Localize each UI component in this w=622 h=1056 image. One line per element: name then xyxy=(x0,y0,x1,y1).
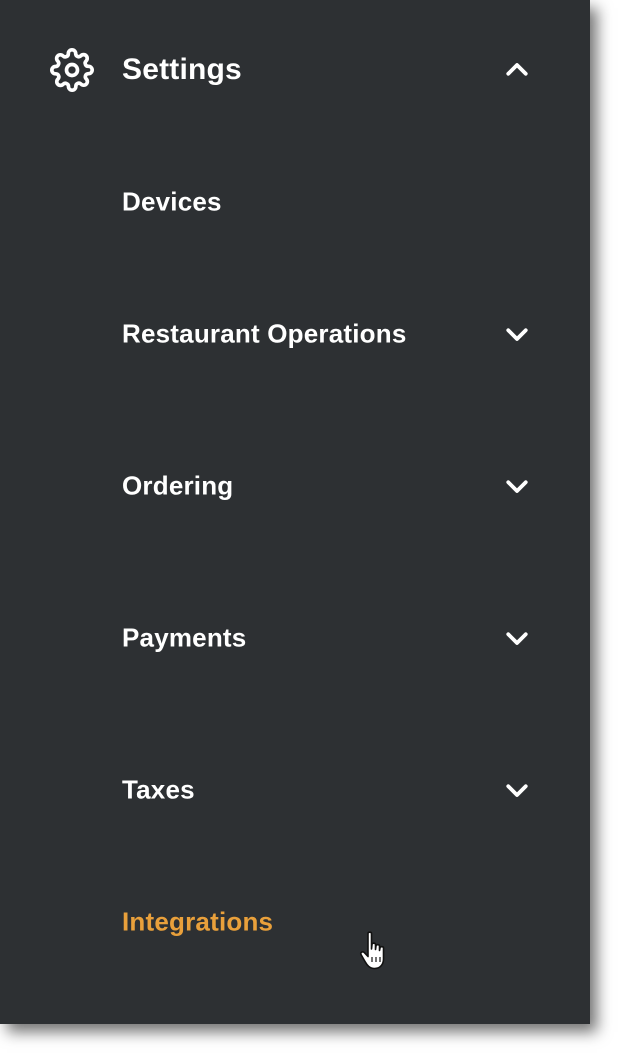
chevron-down-icon[interactable] xyxy=(502,319,532,349)
menu-item-label: Payments xyxy=(122,622,247,653)
settings-header[interactable]: Settings xyxy=(0,30,590,110)
menu-item-label: Devices xyxy=(122,186,222,217)
settings-sidebar: Settings Devices Restaurant Operations O… xyxy=(0,0,590,1024)
menu-item-restaurant-operations[interactable]: Restaurant Operations xyxy=(0,294,590,374)
menu-item-ordering[interactable]: Ordering xyxy=(0,446,590,526)
menu-item-label: Ordering xyxy=(122,470,234,501)
chevron-down-icon[interactable] xyxy=(502,471,532,501)
menu-item-payments[interactable]: Payments xyxy=(0,598,590,678)
settings-header-label: Settings xyxy=(122,53,242,86)
menu-item-label: Restaurant Operations xyxy=(122,318,407,349)
hand-cursor-icon xyxy=(359,931,385,970)
menu-item-label: Taxes xyxy=(122,774,195,805)
menu-item-taxes[interactable]: Taxes xyxy=(0,750,590,830)
chevron-up-icon[interactable] xyxy=(502,55,532,85)
menu-item-devices[interactable]: Devices xyxy=(0,162,590,242)
gear-icon xyxy=(50,48,94,92)
menu-item-label: Integrations xyxy=(122,906,274,937)
menu-item-integrations[interactable]: Integrations xyxy=(0,882,590,962)
chevron-down-icon[interactable] xyxy=(502,623,532,653)
chevron-down-icon[interactable] xyxy=(502,775,532,805)
